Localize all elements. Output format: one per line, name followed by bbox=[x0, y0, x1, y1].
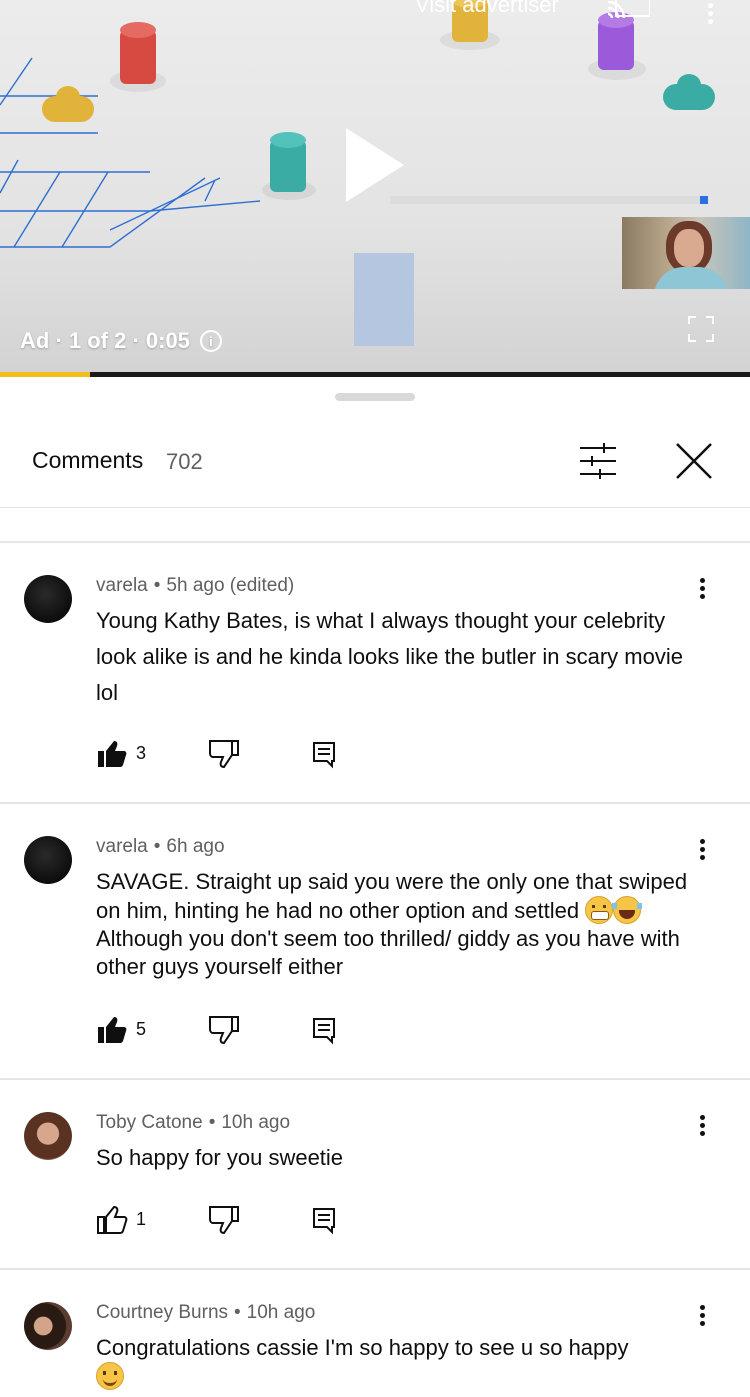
thumbs-down-icon[interactable] bbox=[208, 1205, 240, 1235]
comment-text: SAVAGE. Straight up said you were the on… bbox=[96, 868, 696, 981]
comment-item: Courtney Burns • 10h ago Congratulations c… bbox=[0, 1270, 750, 1397]
comment-item: varela • 6h ago SAVAGE. Straight up said y… bbox=[0, 804, 750, 1080]
comment-author[interactable]: Courtney Burns bbox=[96, 1302, 228, 1323]
comment-time: 10h ago bbox=[221, 1112, 291, 1133]
comment-author[interactable]: varela bbox=[96, 575, 148, 596]
yellow-cloud bbox=[42, 86, 94, 122]
grimacing-face-emoji-icon bbox=[585, 896, 614, 924]
blue-block bbox=[354, 253, 414, 346]
avatar[interactable] bbox=[24, 1302, 72, 1350]
comments-count: 702 bbox=[166, 449, 203, 474]
reply-icon[interactable] bbox=[312, 739, 336, 769]
tears-of-joy-emoji-icon bbox=[612, 896, 643, 924]
like-count: 5 bbox=[136, 1019, 147, 1039]
comment-meta: varela • 6h ago bbox=[96, 836, 225, 857]
thumbs-up-filled-icon[interactable] bbox=[96, 1015, 128, 1045]
thumbs-up-filled-icon[interactable] bbox=[96, 739, 128, 769]
illustration-track bbox=[390, 196, 708, 204]
video-player[interactable]: Visit advertiser Ad · 1 of 2 · 0:05 i bbox=[0, 0, 750, 377]
ad-status-text: Ad · 1 of 2 · 0:05 bbox=[20, 328, 190, 353]
smiling-face-emoji-icon bbox=[96, 1362, 124, 1390]
comments-title: Comments bbox=[32, 447, 144, 473]
comment-text-part: Although you don't seem too thrilled/ gi… bbox=[96, 926, 680, 979]
play-icon[interactable] bbox=[346, 128, 404, 202]
red-cylinder bbox=[120, 22, 156, 84]
avatar[interactable] bbox=[24, 836, 72, 884]
more-vertical-icon[interactable] bbox=[690, 575, 714, 605]
thumbs-up-icon[interactable] bbox=[96, 1205, 128, 1235]
comment-meta: varela • 5h ago (edited) bbox=[96, 575, 295, 596]
comment-text: Young Kathy Bates, is what I always thou… bbox=[96, 608, 683, 705]
info-icon[interactable]: i bbox=[199, 330, 222, 352]
comments-panel: Comments 702 varela • 5h ago (edited) Youn… bbox=[0, 377, 750, 1397]
reply-icon[interactable] bbox=[312, 1205, 336, 1235]
comment-meta: Courtney Burns • 10h ago bbox=[96, 1302, 316, 1323]
comment-author[interactable]: Toby Catone bbox=[96, 1112, 203, 1133]
ad-status: Ad · 1 of 2 · 0:05 i bbox=[20, 328, 222, 354]
filter-icon[interactable] bbox=[578, 443, 618, 479]
comment-text: So happy for you sweetie bbox=[96, 1145, 344, 1170]
comment-author[interactable]: varela bbox=[96, 836, 148, 857]
purple-cylinder bbox=[598, 12, 634, 70]
more-vertical-icon[interactable] bbox=[690, 1302, 714, 1332]
like-count: 1 bbox=[136, 1209, 147, 1229]
close-icon[interactable] bbox=[674, 441, 714, 481]
comment-item: Toby Catone • 10h ago So happy for you swe… bbox=[0, 1080, 750, 1270]
comment-time: 6h ago bbox=[166, 836, 225, 857]
drag-handle[interactable] bbox=[335, 393, 415, 401]
comment-item: varela • 5h ago (edited) Young Kathy Bates… bbox=[0, 543, 750, 804]
teal-cloud bbox=[663, 74, 715, 110]
fullscreen-icon[interactable] bbox=[688, 316, 714, 342]
more-vertical-icon[interactable] bbox=[690, 836, 714, 866]
comment-text: Congratulations cassie I'm so happy to s… bbox=[96, 1334, 696, 1391]
avatar[interactable] bbox=[24, 575, 72, 623]
thumbs-down-icon[interactable] bbox=[208, 739, 240, 769]
avatar[interactable] bbox=[24, 1112, 72, 1160]
comments-header: Comments 702 bbox=[0, 421, 750, 508]
comment-text-part: Congratulations cassie I'm so happy to s… bbox=[96, 1335, 629, 1360]
like-count: 3 bbox=[136, 743, 147, 763]
comment-meta: Toby Catone • 10h ago bbox=[96, 1112, 291, 1133]
visit-advertiser-link[interactable]: Visit advertiser bbox=[415, 0, 559, 18]
thumbs-down-icon[interactable] bbox=[208, 1015, 240, 1045]
picture-in-picture-thumbnail[interactable] bbox=[622, 217, 750, 289]
divider bbox=[0, 509, 750, 543]
more-vertical-icon[interactable] bbox=[700, 0, 720, 24]
more-vertical-icon[interactable] bbox=[690, 1112, 714, 1142]
teal-cylinder bbox=[270, 132, 306, 192]
cast-icon[interactable] bbox=[606, 0, 650, 20]
reply-icon[interactable] bbox=[312, 1015, 336, 1045]
comment-time: 10h ago bbox=[246, 1302, 316, 1323]
comment-time: 5h ago (edited) bbox=[166, 575, 295, 596]
